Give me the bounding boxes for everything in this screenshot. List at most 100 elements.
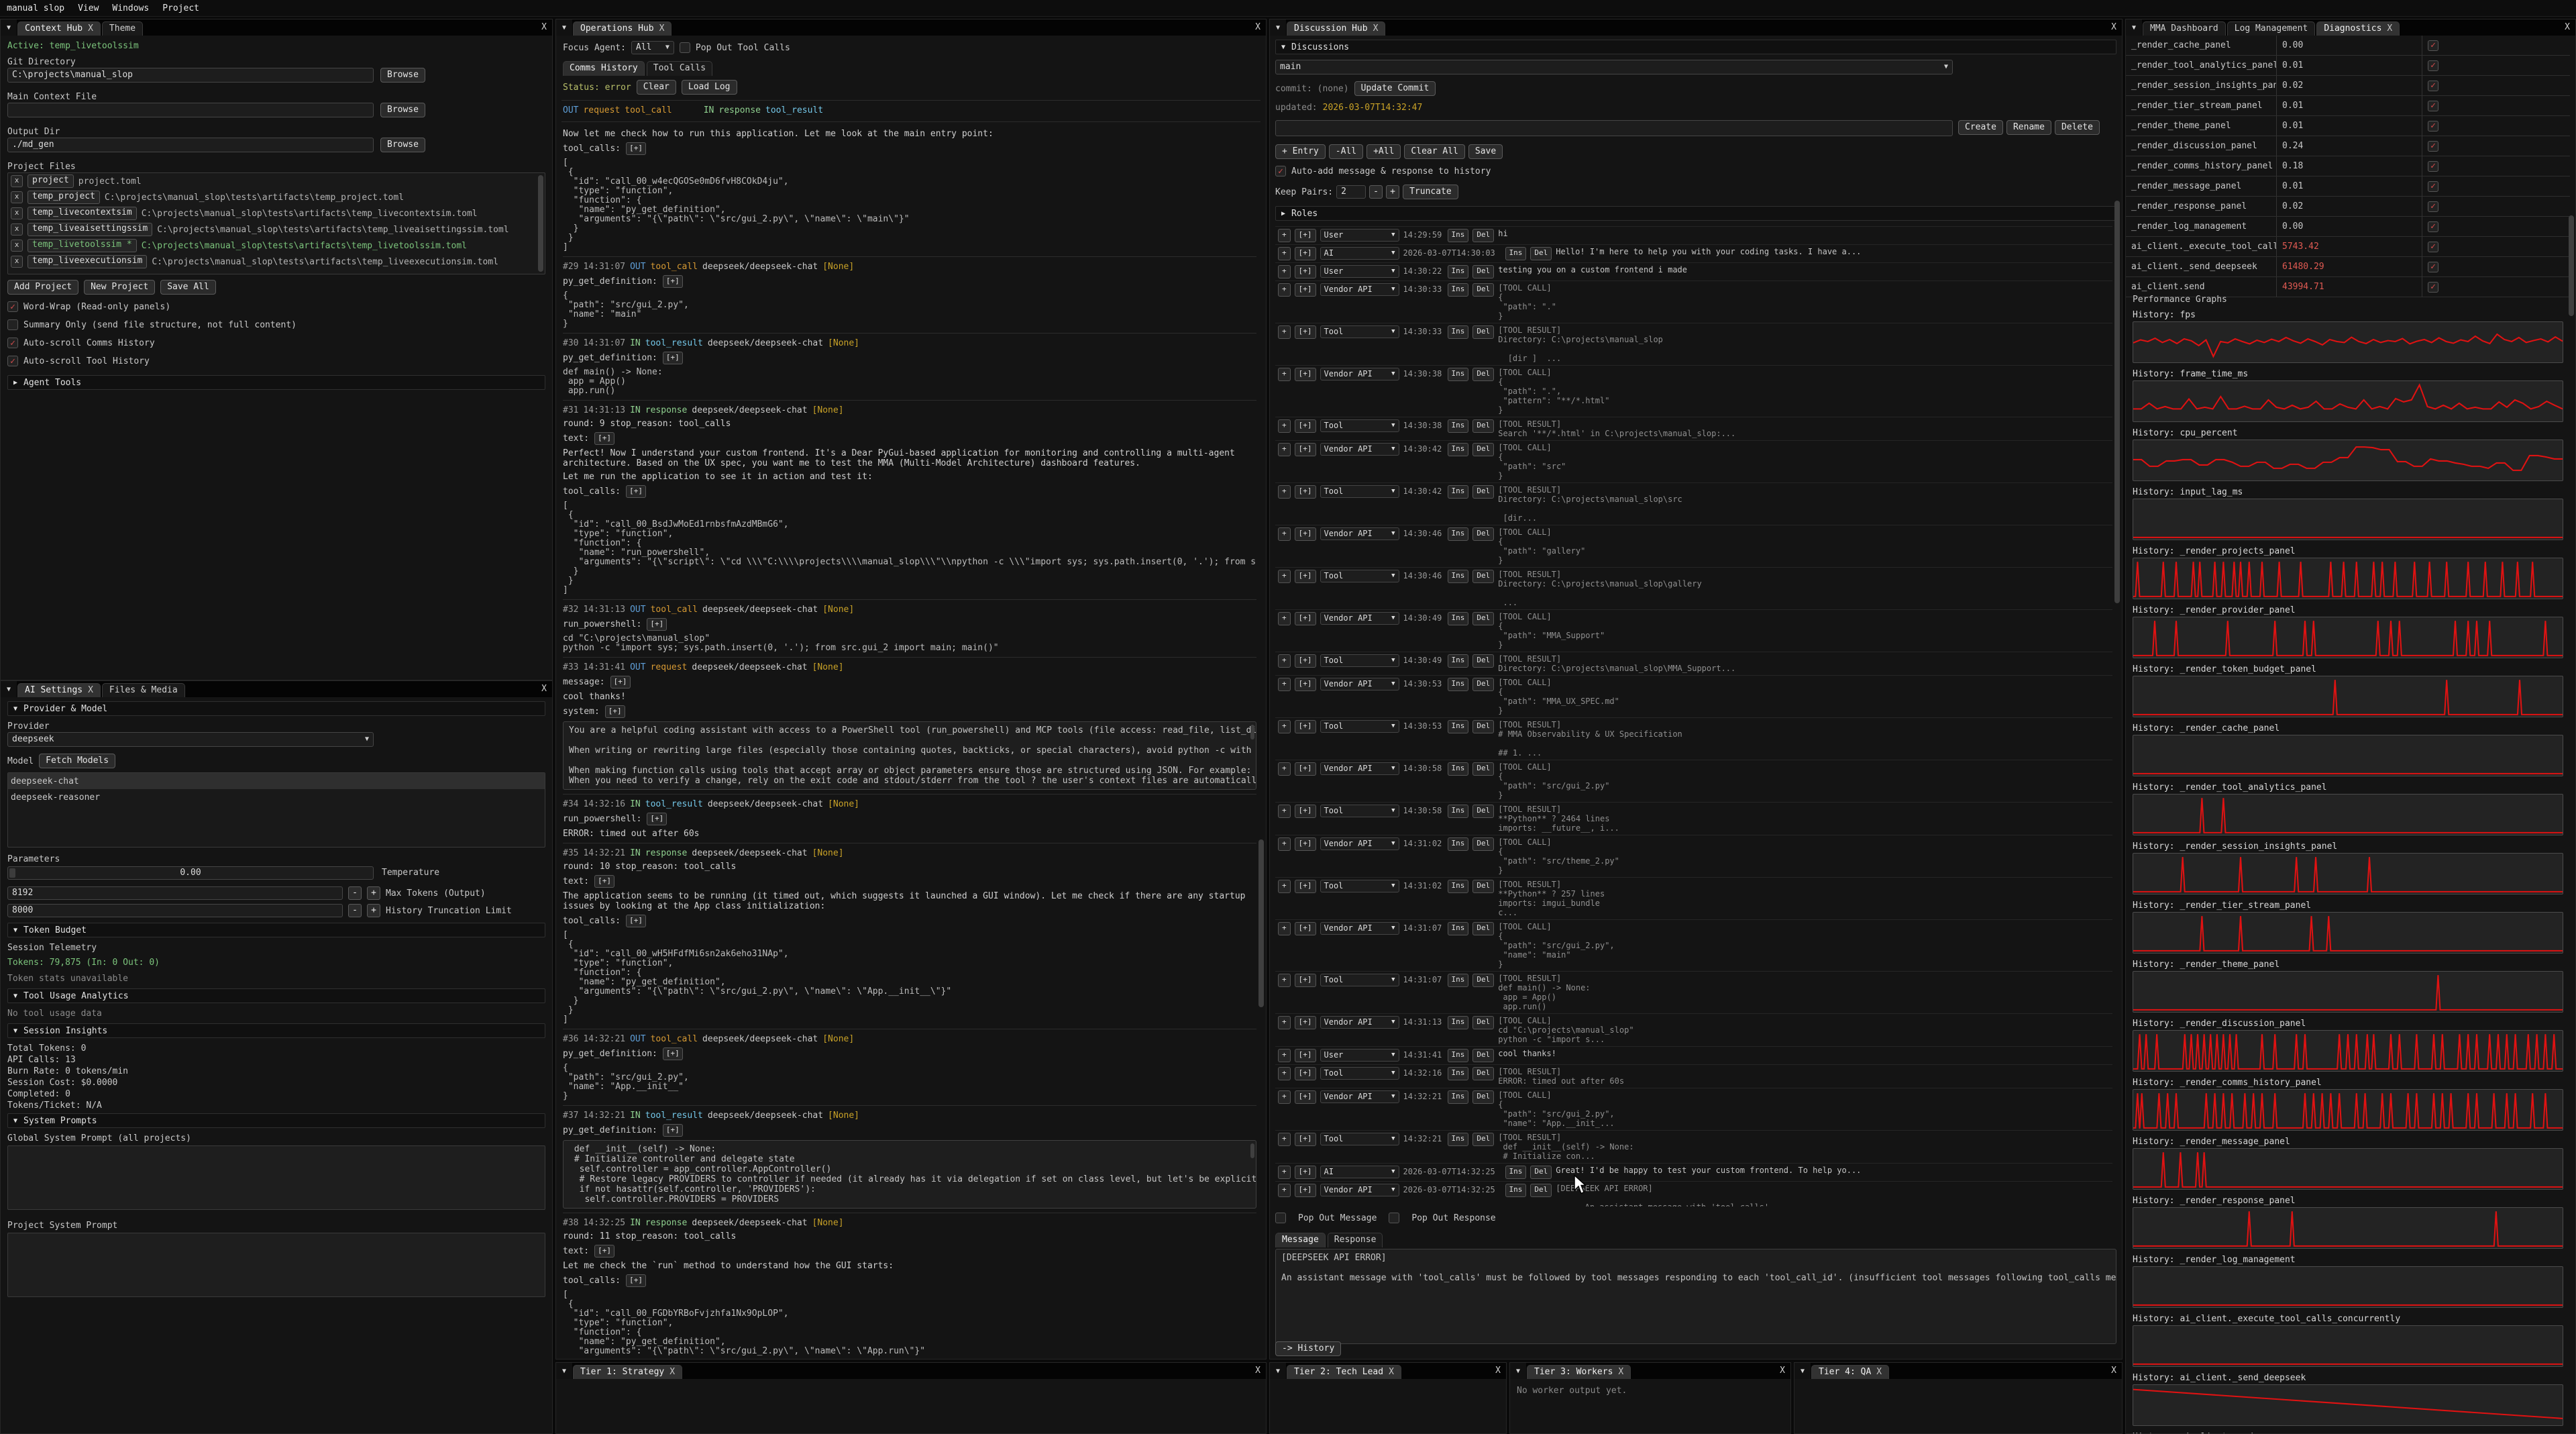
role-select[interactable]: Tool▼ (1320, 325, 1399, 338)
tab-close-icon[interactable]: X (2387, 23, 2392, 34)
tab-mma-dashboard[interactable]: MMA Dashboard (2143, 21, 2226, 36)
delete-button[interactable]: Del (1472, 922, 1494, 935)
add-entry-button[interactable]: + (1278, 229, 1291, 242)
tab-close-icon[interactable]: X (659, 23, 665, 34)
collapse-arrow-icon[interactable]: ▼ (1, 19, 17, 36)
insert-button[interactable]: Ins (1448, 805, 1469, 818)
expand-button[interactable]: [+] (1295, 247, 1316, 260)
pop-out-tool-calls-checkbox[interactable] (680, 42, 690, 53)
role-select[interactable]: Vendor API▼ (1320, 443, 1399, 456)
file-tag-button[interactable]: temp_liveaisettingssim (28, 223, 152, 236)
add-entry-button[interactable]: + (1278, 419, 1291, 433)
tab-theme[interactable]: Theme (102, 21, 143, 36)
add-entry-button[interactable]: + (1278, 654, 1291, 668)
minus-button[interactable]: - (1369, 185, 1383, 199)
insert-button[interactable]: Ins (1448, 527, 1469, 541)
to-history-button[interactable]: -> History (1275, 1341, 1341, 1356)
delete-button[interactable]: Del (1472, 1067, 1494, 1080)
role-select[interactable]: Vendor API▼ (1320, 678, 1399, 690)
temperature-slider[interactable]: 0.00 (7, 866, 374, 880)
expand-button[interactable]: [+] (594, 432, 614, 445)
insert-button[interactable]: Ins (1448, 283, 1469, 297)
discussion-entry[interactable]: +[+]Tool▼14:30:46InsDel[TOOL RESULT] Dir… (1275, 568, 2112, 610)
discussion-select[interactable]: main▼ (1275, 60, 1953, 74)
discussion-entry[interactable]: +[+]User▼14:31:41InsDelcool thanks! (1275, 1047, 2112, 1065)
plus-button[interactable]: + (1386, 185, 1399, 199)
collapse-arrow-icon[interactable]: ▼ (1270, 19, 1286, 36)
tab-tier4-qa[interactable]: Tier 4: QAX (1811, 1365, 1889, 1379)
focus-agent-select[interactable]: All▼ (631, 41, 674, 54)
discussion-entry[interactable]: +[+]Tool▼14:30:53InsDel[TOOL RESULT] # M… (1275, 718, 2112, 760)
add-entry-button[interactable]: + (1278, 325, 1291, 339)
expand-button[interactable]: [+] (1295, 1133, 1316, 1146)
delete-button[interactable]: Del (1472, 265, 1494, 278)
delete-button[interactable]: Del (1530, 1184, 1552, 1197)
role-select[interactable]: Vendor API▼ (1320, 368, 1399, 380)
message-error-box[interactable]: [DEEPSEEK API ERROR] An assistant messag… (1275, 1249, 2116, 1344)
plus-button[interactable]: + (367, 886, 380, 900)
expand-button[interactable]: [+] (1295, 419, 1316, 433)
auto-scroll-tool-history-checkbox[interactable] (7, 356, 18, 366)
discussions-section[interactable]: ▼ Discussions (1275, 40, 2116, 54)
add-entry-button[interactable]: + (1278, 922, 1291, 935)
insert-button[interactable]: Ins (1448, 570, 1469, 583)
add-entry-button[interactable]: + (1278, 443, 1291, 456)
diag-checkbox[interactable] (2428, 181, 2438, 192)
role-select[interactable]: Tool▼ (1320, 805, 1399, 817)
add-entry-button[interactable]: + (1278, 762, 1291, 776)
rename-button[interactable]: Rename (2006, 120, 2051, 135)
provider-model-section[interactable]: ▼ Provider & Model (7, 701, 545, 716)
insert-button[interactable]: Ins (1448, 1049, 1469, 1062)
role-select[interactable]: Tool▼ (1320, 419, 1399, 432)
insert-button[interactable]: Ins (1448, 720, 1469, 733)
remove-file-button[interactable]: x (11, 240, 23, 252)
role-select[interactable]: Vendor API▼ (1320, 612, 1399, 625)
collapse-arrow-icon[interactable]: ▼ (1270, 1363, 1286, 1379)
diag-checkbox[interactable] (2428, 60, 2438, 71)
close-icon[interactable]: X (2565, 22, 2570, 32)
project-prompt-textarea[interactable] (7, 1233, 545, 1297)
diag-checkbox[interactable] (2428, 141, 2438, 152)
discussion-entry[interactable]: +[+]AI▼2026-03-07T14:30:03InsDelHello! I… (1275, 245, 2112, 263)
expand-button[interactable]: [+] (1295, 527, 1316, 541)
add-entry-button[interactable]: + (1278, 880, 1291, 893)
add-entry-button[interactable]: + (1278, 527, 1291, 541)
expand-button[interactable]: [+] (1295, 325, 1316, 339)
minus-button[interactable]: - (348, 904, 362, 917)
close-icon[interactable]: X (1780, 1366, 1785, 1376)
expand-button[interactable]: [+] (626, 142, 646, 155)
role-select[interactable]: Vendor API▼ (1320, 1090, 1399, 1103)
diag-checkbox[interactable] (2428, 101, 2438, 111)
expand-button[interactable]: [+] (1295, 1184, 1316, 1197)
close-icon[interactable]: X (1255, 22, 1260, 32)
insert-button[interactable]: Ins (1448, 837, 1469, 851)
discussion-entry[interactable]: +[+]Vendor API▼14:30:46InsDel[TOOL CALL]… (1275, 525, 2112, 568)
fetch-models-button[interactable]: Fetch Models (39, 754, 115, 768)
diag-checkbox[interactable] (2428, 282, 2438, 293)
all-button[interactable]: +All (1366, 144, 1401, 159)
insert-button[interactable]: Ins (1448, 654, 1469, 668)
role-select[interactable]: Vendor API▼ (1320, 527, 1399, 540)
role-select[interactable]: Tool▼ (1320, 720, 1399, 733)
tab-tier1-strategy[interactable]: Tier 1: StrategyX (573, 1365, 682, 1379)
add-entry-button[interactable]: + (1278, 247, 1291, 260)
delete-button[interactable]: Delete (2055, 120, 2100, 135)
discussion-entry[interactable]: +[+]Tool▼14:30:42InsDel[TOOL RESULT] Dir… (1275, 483, 2112, 525)
remove-file-button[interactable]: x (11, 256, 23, 268)
remove-file-button[interactable]: x (11, 191, 23, 203)
add-entry-button[interactable]: + (1278, 1184, 1291, 1197)
project-files-scrollbar[interactable] (538, 175, 543, 272)
add-entry-button[interactable]: + (1278, 805, 1291, 818)
delete-button[interactable]: Del (1472, 1133, 1494, 1146)
expand-button[interactable]: [+] (1295, 1090, 1316, 1104)
insert-button[interactable]: Ins (1448, 1133, 1469, 1146)
box-scrollbar[interactable] (1250, 1143, 1254, 1158)
subtab-tool-calls[interactable]: Tool Calls (647, 61, 712, 76)
role-select[interactable]: Vendor API▼ (1320, 762, 1399, 775)
delete-button[interactable]: Del (1472, 325, 1494, 339)
main-context-file-input[interactable] (7, 103, 374, 117)
role-select[interactable]: Tool▼ (1320, 654, 1399, 667)
list-item[interactable]: xtemp_liveaisettingssimC:\projects\manua… (8, 221, 545, 238)
discussion-entry[interactable]: +[+]Tool▼14:32:16InsDel[TOOL RESULT] ERR… (1275, 1065, 2112, 1088)
expand-button[interactable]: [+] (1295, 974, 1316, 987)
